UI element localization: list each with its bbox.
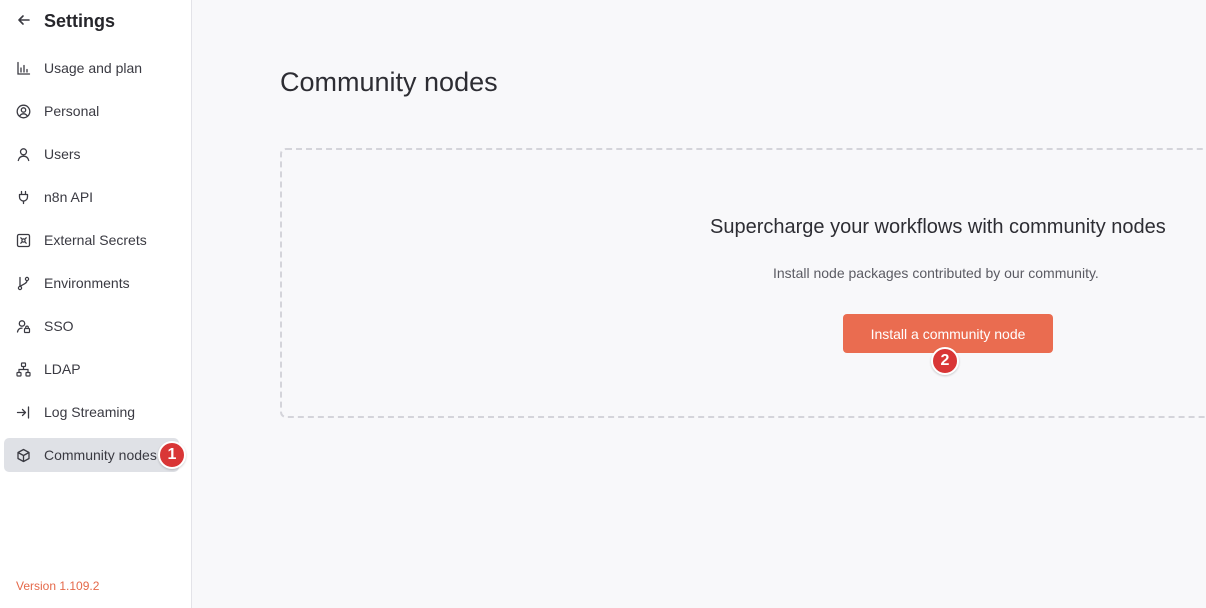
sidebar-item-label: SSO bbox=[44, 318, 74, 334]
sidebar-item-log-streaming[interactable]: Log Streaming bbox=[4, 395, 179, 429]
page-title: Community nodes bbox=[280, 67, 498, 97]
empty-state-description: Install node packages contributed by our… bbox=[773, 265, 1099, 281]
sidebar-item-label: Log Streaming bbox=[44, 404, 136, 420]
arrow-left-icon[interactable] bbox=[16, 12, 32, 28]
sidebar-item-label: External Secrets bbox=[44, 232, 147, 248]
sidebar-item-external-secrets[interactable]: External Secrets bbox=[4, 223, 179, 257]
sidebar-item-label: LDAP bbox=[44, 361, 81, 377]
network-icon bbox=[16, 362, 31, 377]
settings-sidebar: Settings Usage and plan Personal Users n… bbox=[0, 0, 192, 608]
sidebar-item-personal[interactable]: Personal bbox=[4, 94, 179, 128]
sidebar-item-sso[interactable]: SSO bbox=[4, 309, 179, 343]
sidebar-item-label: Users bbox=[44, 146, 81, 162]
empty-state-heading: Supercharge your workflows with communit… bbox=[710, 216, 1166, 238]
sidebar-item-label: Environments bbox=[44, 275, 130, 291]
sidebar-item-usage-and-plan[interactable]: Usage and plan bbox=[4, 51, 179, 85]
user-lock-icon bbox=[16, 319, 31, 334]
vault-icon bbox=[16, 233, 31, 248]
sidebar-title: Settings bbox=[44, 11, 116, 31]
sidebar-item-label: Community nodes bbox=[44, 447, 157, 463]
sidebar-item-label: Usage and plan bbox=[44, 60, 143, 76]
sidebar-item-environments[interactable]: Environments bbox=[4, 266, 179, 300]
plug-icon bbox=[16, 190, 31, 205]
sidebar-header: Settings bbox=[0, 0, 191, 44]
sidebar-item-label: n8n API bbox=[44, 189, 94, 205]
sidebar-item-ldap[interactable]: LDAP bbox=[4, 352, 179, 386]
empty-state-card: Supercharge your workflows with communit… bbox=[280, 148, 1206, 418]
chart-bar-icon bbox=[16, 61, 31, 76]
step-badge: 1 bbox=[158, 441, 186, 469]
version-label: Version 1.109.2 bbox=[16, 579, 100, 593]
sidebar-item-community-nodes[interactable]: Community nodes bbox=[4, 438, 179, 472]
sidebar-item-users[interactable]: Users bbox=[4, 137, 179, 171]
step-badge: 2 bbox=[931, 347, 959, 375]
user-icon bbox=[16, 147, 31, 162]
git-branch-icon bbox=[16, 276, 31, 291]
sidebar-item-n8n-api[interactable]: n8n API bbox=[4, 180, 179, 214]
sidebar-item-label: Personal bbox=[44, 103, 100, 119]
cube-icon bbox=[16, 448, 31, 463]
user-circle-icon bbox=[16, 104, 31, 119]
sign-in-icon bbox=[16, 405, 31, 420]
